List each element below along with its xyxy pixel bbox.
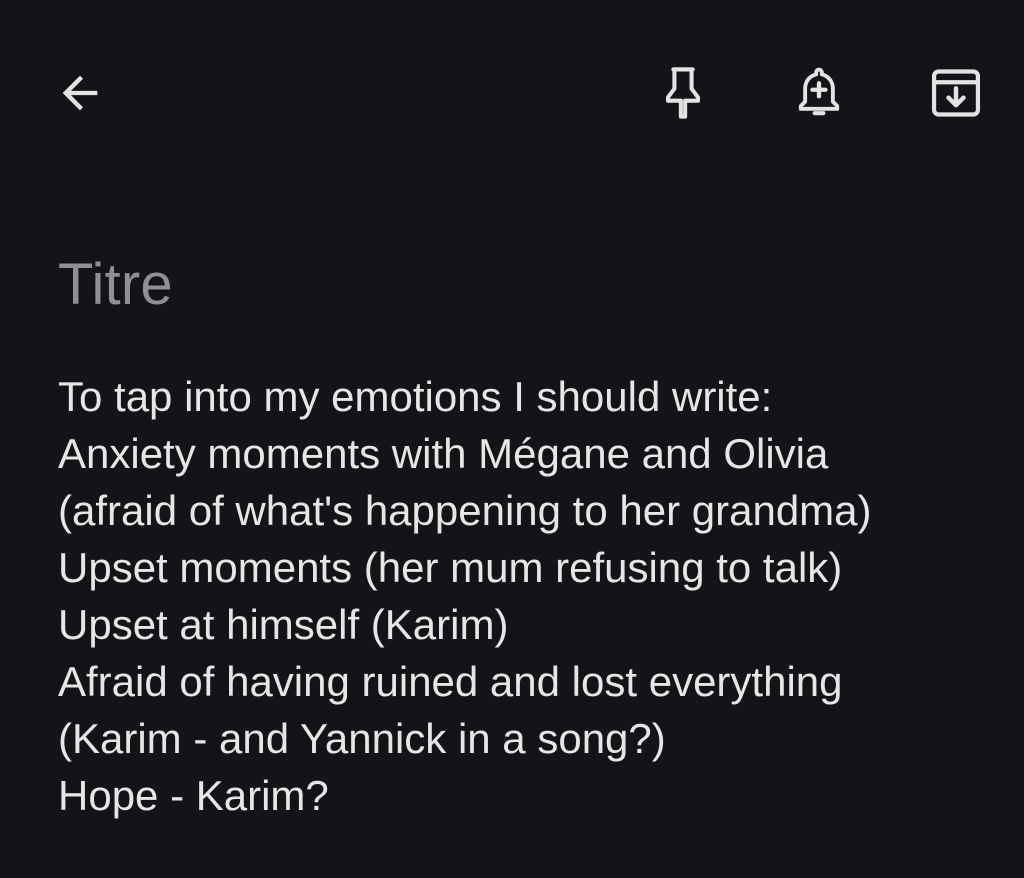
arrow-left-icon (62, 75, 98, 111)
bell-plus-icon (798, 67, 840, 116)
note-line: Anxiety moments with Mégane and Olivia (58, 430, 829, 477)
note-line: (afraid of what's happening to her grand… (58, 487, 872, 534)
note-title-input[interactable]: Titre (58, 250, 173, 320)
note-body-input[interactable]: To tap into my emotions I should write: … (58, 368, 998, 824)
archive-button[interactable] (924, 61, 988, 125)
note-line: To tap into my emotions I should write: (58, 373, 773, 420)
pin-icon (665, 67, 701, 119)
note-line: (Karim - and Yannick in a song?) (58, 715, 666, 762)
note-line: Hope - Karim? (58, 772, 329, 819)
note-line: Upset moments (her mum refusing to talk) (58, 544, 843, 591)
reminder-button[interactable] (787, 61, 851, 125)
back-button[interactable] (48, 61, 112, 125)
pin-button[interactable] (651, 61, 715, 125)
archive-icon (931, 69, 981, 117)
note-line: Upset at himself (Karim) (58, 601, 509, 648)
top-toolbar (0, 0, 1024, 190)
note-line: Afraid of having ruined and lost everyth… (58, 658, 843, 705)
